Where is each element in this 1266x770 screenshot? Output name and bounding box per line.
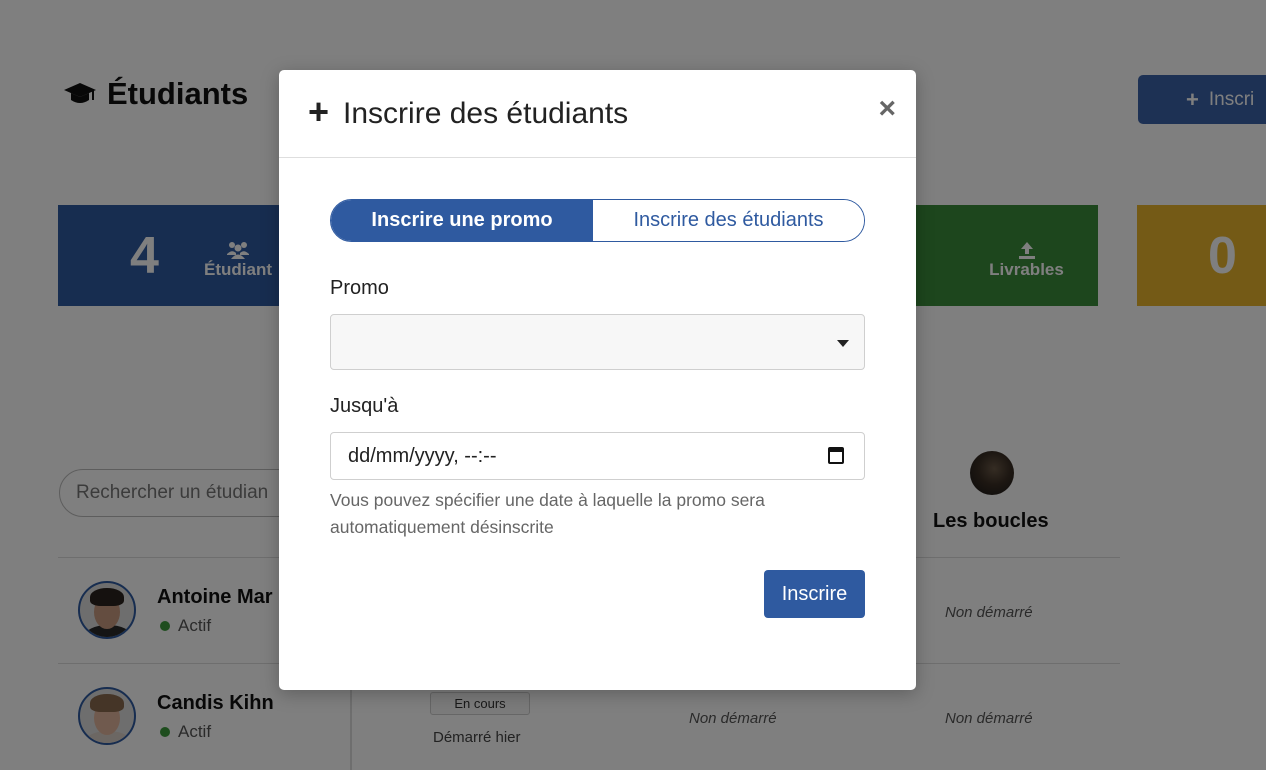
tab-enroll-promo[interactable]: Inscrire une promo <box>331 200 593 241</box>
tab-enroll-students[interactable]: Inscrire des étudiants <box>593 200 864 241</box>
plus-icon: + <box>308 90 330 132</box>
until-label: Jusqu'à <box>330 395 399 417</box>
promo-label: Promo <box>330 277 389 299</box>
submit-button[interactable]: Inscrire <box>764 570 865 618</box>
modal-header: + Inscrire des étudiants × <box>279 70 916 158</box>
help-text: Vous pouvez spécifier une date à laquell… <box>330 490 765 537</box>
until-date-placeholder: dd/mm/yyyy, --:-- <box>348 444 497 467</box>
caret-down-icon <box>837 340 849 347</box>
calendar-icon[interactable] <box>828 447 844 464</box>
modal-title-text: Inscrire des étudiants <box>343 96 629 130</box>
enroll-modal: + Inscrire des étudiants × Inscrire une … <box>279 70 916 690</box>
modal-title: + Inscrire des étudiants <box>308 90 629 132</box>
until-date-input[interactable]: dd/mm/yyyy, --:-- <box>330 432 865 480</box>
enroll-mode-toggle: Inscrire une promo Inscrire des étudiant… <box>330 199 865 242</box>
close-icon[interactable]: × <box>878 94 896 124</box>
promo-select[interactable] <box>330 314 865 370</box>
